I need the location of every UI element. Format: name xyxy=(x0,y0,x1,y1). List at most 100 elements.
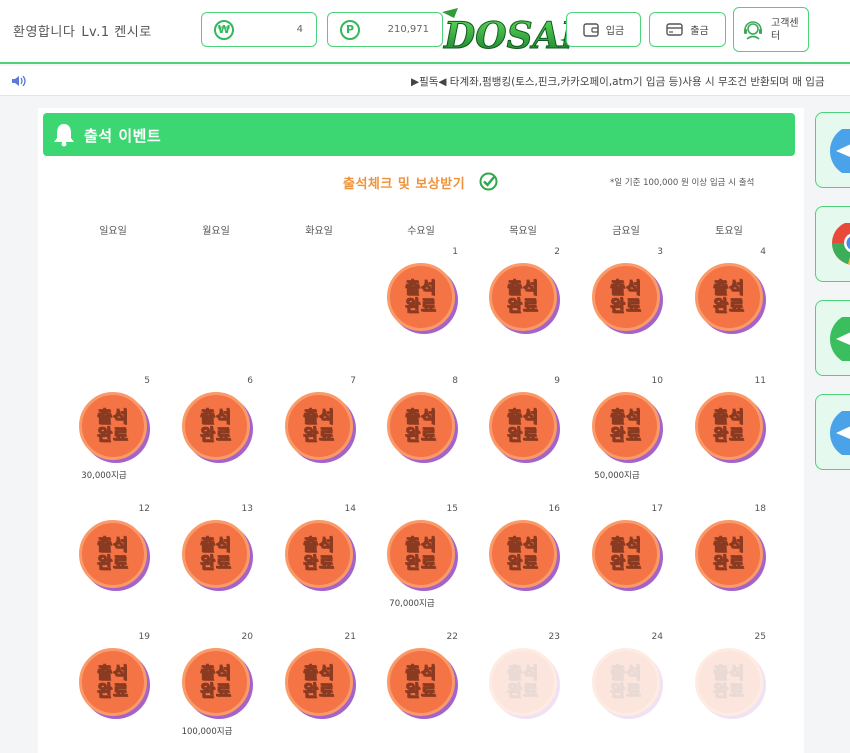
money-value: 4 xyxy=(296,24,303,35)
stamp-line2: 완료 xyxy=(97,681,129,700)
calendar-day[interactable]: 17 출석 완료 xyxy=(583,504,669,604)
day-number: 22 xyxy=(446,632,458,642)
stamp-line2: 완료 xyxy=(97,553,129,572)
stamp-line2: 완료 xyxy=(610,553,642,572)
stamp-line1: 출석 xyxy=(610,278,642,297)
stamp-line2: 완료 xyxy=(405,681,437,700)
attendance-note: *일 기준 100,000 원 이상 입금 시 출석 xyxy=(610,178,755,188)
stamp-line2: 완료 xyxy=(610,425,642,444)
attendance-stamp: 출석 완료 xyxy=(285,520,353,588)
calendar-day[interactable]: 23 출석 완료 xyxy=(480,632,566,732)
stamp-line2: 완료 xyxy=(200,681,232,700)
day-number: 19 xyxy=(138,632,150,642)
day-number: 16 xyxy=(548,504,560,514)
side-telegram-button-2[interactable] xyxy=(815,394,850,470)
calendar-day[interactable]: 9 출석 완료 xyxy=(480,376,566,476)
calendar-day[interactable]: 1 출석 완료 xyxy=(378,247,464,347)
speaker-icon xyxy=(12,75,26,87)
side-message-button[interactable] xyxy=(815,300,850,376)
welcome-text: 환영합니다 Lv.1 켄시로 xyxy=(13,21,152,40)
side-chrome-button[interactable] xyxy=(815,206,850,282)
calendar-day[interactable]: 15 출석 완료 70,000지급 xyxy=(378,504,464,609)
day-number: 2 xyxy=(554,247,560,257)
stamp-line2: 완료 xyxy=(200,425,232,444)
attendance-stamp: 출석 완료 xyxy=(285,648,353,716)
point-balance[interactable]: P 210,971 xyxy=(327,12,443,47)
day-number: 10 xyxy=(651,376,663,386)
calendar-day[interactable]: 18 출석 완료 xyxy=(686,504,772,604)
user-level: Lv.1 켄시로 xyxy=(81,25,152,40)
weekday-label: 목요일 xyxy=(509,226,537,237)
money-balance[interactable]: ₩ 4 xyxy=(201,12,317,47)
day-number: 18 xyxy=(754,504,766,514)
dosan-logo[interactable]: DOSAN xyxy=(440,6,596,58)
calendar-day[interactable]: 2 출석 완료 xyxy=(480,247,566,347)
side-telegram-button[interactable] xyxy=(815,112,850,188)
stamp-line1: 출석 xyxy=(303,663,335,682)
day-number: 6 xyxy=(247,376,253,386)
top-header: 환영합니다 Lv.1 켄시로 ₩ 4 P 210,971 DOSAN 입금 출금 xyxy=(0,0,850,64)
point-icon: P xyxy=(340,19,360,40)
calendar-day[interactable]: 4 출석 완료 xyxy=(686,247,772,347)
calendar-day[interactable]: 5 출석 완료 30,000지급 xyxy=(70,376,156,481)
calendar-day[interactable]: 24 출석 완료 xyxy=(583,632,669,732)
withdraw-button[interactable]: 출금 xyxy=(649,12,726,47)
deposit-label: 입금 xyxy=(605,26,625,37)
support-button[interactable]: 고객센터 xyxy=(733,7,809,52)
calendar-day[interactable]: 8 출석 완료 xyxy=(378,376,464,476)
calendar-day[interactable]: 10 출석 완료 50,000지급 xyxy=(583,376,669,481)
stamp-line2: 완료 xyxy=(713,553,745,572)
calendar-day[interactable]: 13 출석 완료 xyxy=(173,504,259,604)
chrome-icon xyxy=(832,223,850,265)
won-icon: ₩ xyxy=(214,19,234,40)
day-number: 8 xyxy=(452,376,458,386)
day-number: 3 xyxy=(657,247,663,257)
day-number: 23 xyxy=(548,632,560,642)
weekday-label: 화요일 xyxy=(305,226,333,237)
attendance-stamp-pending: 출석 완료 xyxy=(489,648,557,716)
weekday-label: 일요일 xyxy=(99,226,127,237)
day-number: 21 xyxy=(344,632,356,642)
check-circle-icon xyxy=(479,172,498,191)
attendance-stamp: 출석 완료 xyxy=(79,520,147,588)
calendar-day[interactable]: 7 출석 완료 xyxy=(276,376,362,476)
calendar-day[interactable]: 6 출석 완료 xyxy=(173,376,259,476)
attendance-stamp: 출석 완료 xyxy=(182,392,250,460)
calendar-day[interactable]: 21 출석 완료 xyxy=(276,632,362,732)
event-title-bar: 출석 이벤트 xyxy=(43,113,795,156)
attendance-stamp: 출석 완료 xyxy=(489,520,557,588)
stamp-line1: 출석 xyxy=(507,278,539,297)
calendar-day[interactable]: 12 출석 완료 xyxy=(70,504,156,604)
calendar-day[interactable]: 20 출석 완료 100,000지급 xyxy=(173,632,259,737)
stamp-line1: 출석 xyxy=(303,535,335,554)
day-number: 13 xyxy=(241,504,253,514)
calendar-day[interactable]: 22 출석 완료 xyxy=(378,632,464,732)
notice-ticker: ▶필독◀ 타계좌,펌뱅킹(토스,핀크,카카오페이,atm기 입금 등)사용 시 … xyxy=(0,66,850,96)
withdraw-label: 출금 xyxy=(690,26,709,37)
weekday-label: 수요일 xyxy=(407,226,435,237)
attendance-stamp: 출석 완료 xyxy=(489,392,557,460)
stamp-line2: 완료 xyxy=(303,425,335,444)
calendar-day[interactable]: 16 출석 완료 xyxy=(480,504,566,604)
calendar-day[interactable]: 19 출석 완료 xyxy=(70,632,156,732)
event-subtitle: 출석체크 및 보상받기 xyxy=(343,177,466,192)
attendance-stamp: 출석 완료 xyxy=(387,520,455,588)
stamp-line1: 출석 xyxy=(610,663,642,682)
deposit-button[interactable]: 입금 xyxy=(566,12,641,47)
calendar-day[interactable]: 25 출석 완료 xyxy=(686,632,772,732)
attendance-stamp: 출석 완료 xyxy=(387,648,455,716)
stamp-line2: 완료 xyxy=(303,553,335,572)
stamp-line1: 출석 xyxy=(713,278,745,297)
stamp-line2: 완료 xyxy=(507,425,539,444)
attendance-stamp: 출석 완료 xyxy=(592,520,660,588)
stamp-line1: 출석 xyxy=(200,535,232,554)
calendar-day[interactable]: 3 출석 완료 xyxy=(583,247,669,347)
telegram-green-icon xyxy=(830,317,850,361)
calendar-day[interactable]: 11 출석 완료 xyxy=(686,376,772,476)
calendar-day[interactable]: 14 출석 완료 xyxy=(276,504,362,604)
reward-text: 30,000지급 xyxy=(81,471,127,481)
bell-icon xyxy=(54,124,74,147)
stamp-line1: 출석 xyxy=(97,663,129,682)
point-value: 210,971 xyxy=(387,24,429,35)
telegram-icon xyxy=(830,129,850,173)
